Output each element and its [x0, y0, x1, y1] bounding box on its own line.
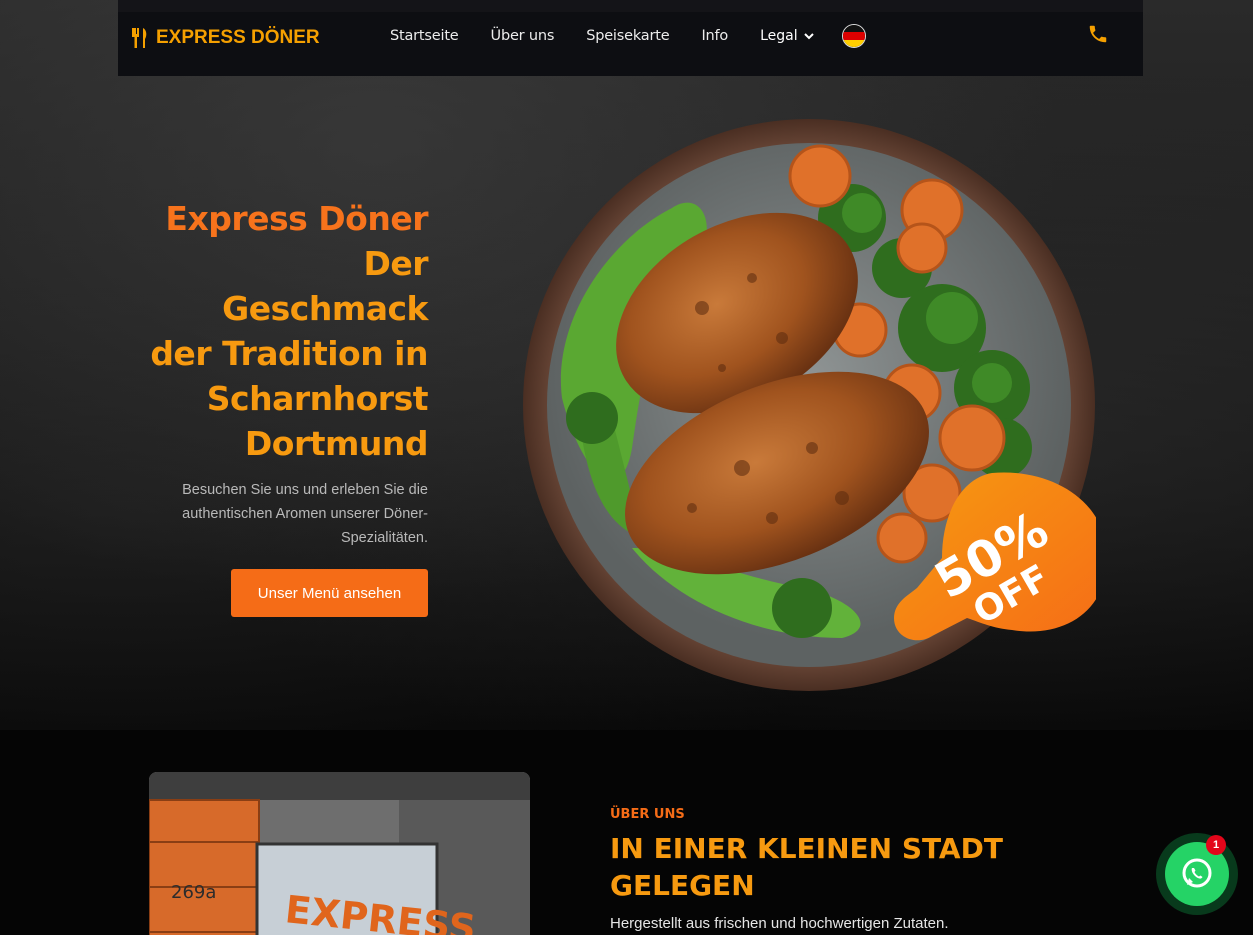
brand-logo[interactable]: EXPRESS DÖNER — [132, 26, 320, 50]
view-menu-button[interactable]: Unser Menü ansehen — [231, 569, 428, 617]
hero-title-line1: Express Döner — [165, 199, 428, 238]
storefront-number: 269a — [171, 882, 216, 903]
chevron-down-icon — [803, 33, 814, 40]
about-title: IN EINER KLEINEN STADT GELEGEN — [610, 832, 1003, 902]
hero-title-line5: Scharnhorst — [206, 379, 429, 418]
nav-link-info[interactable]: Info — [701, 28, 728, 44]
nav-dropdown-label: Legal — [760, 28, 798, 44]
about-eyebrow: ÜBER UNS — [610, 807, 685, 822]
hero-title-line3: Geschmack — [222, 289, 428, 328]
hero-title-line2: Der — [363, 244, 428, 283]
fork-knife-icon — [132, 28, 147, 48]
about-storefront-image: EXPRESS 269a — [149, 772, 530, 935]
about-text: Hergestellt aus frischen und hochwertige… — [610, 915, 949, 932]
brand-name: EXPRESS DÖNER — [156, 27, 320, 48]
hero-food-image: 50% OFF — [523, 119, 1096, 691]
nav-links: Startseite Über uns Speisekarte Info Leg… — [390, 24, 866, 48]
nav-link-speisekarte[interactable]: Speisekarte — [586, 28, 669, 44]
nav-link-startseite[interactable]: Startseite — [390, 28, 459, 44]
hero-description: Besuchen Sie uns und erleben Sie die aut… — [182, 482, 428, 546]
nav-dropdown-legal[interactable]: Legal — [760, 28, 814, 44]
hero-title: Express Döner Der Geschmack der Traditio… — [130, 196, 428, 466]
navbar: EXPRESS DÖNER Startseite Über uns Speise… — [118, 0, 1143, 76]
nav-link-ueber-uns[interactable]: Über uns — [491, 28, 555, 44]
whatsapp-icon — [1182, 858, 1212, 888]
notification-badge: 1 — [1206, 835, 1226, 855]
german-flag-icon[interactable] — [841, 24, 866, 48]
hero-title-line6: Dortmund — [244, 424, 429, 463]
phone-icon[interactable] — [1087, 23, 1109, 45]
hero-title-line4: der Tradition in — [150, 334, 428, 373]
